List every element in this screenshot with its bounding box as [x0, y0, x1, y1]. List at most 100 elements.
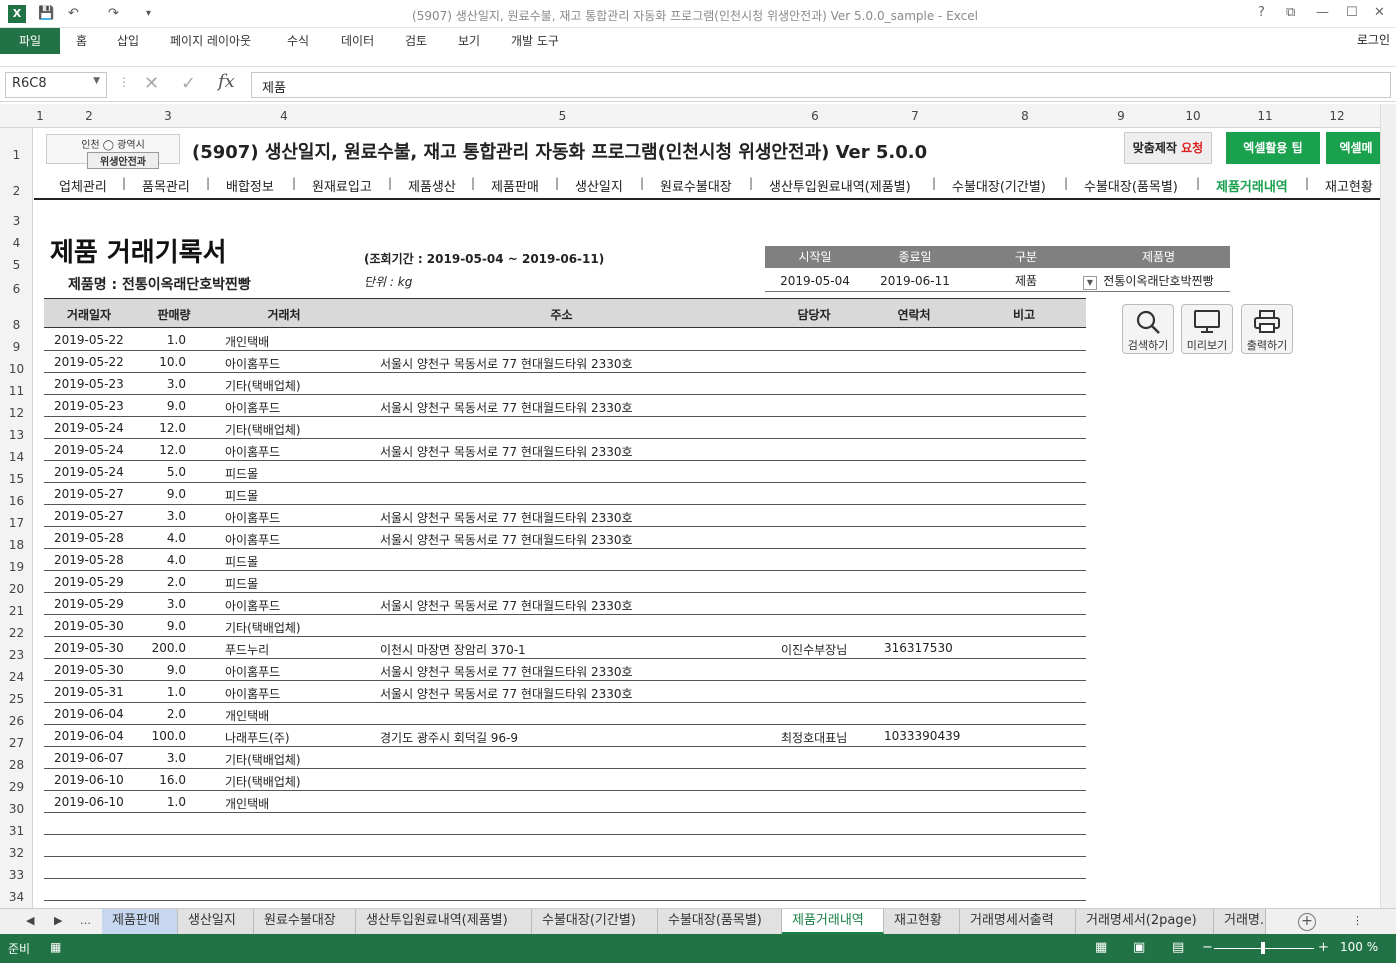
table-row[interactable]: 2019-06-10 16.0 기타(택배업체) — [44, 769, 1086, 791]
sheet-tab[interactable]: 재고현황 — [884, 909, 960, 934]
column-header[interactable]: 6 — [765, 109, 865, 123]
table-row[interactable]: 2019-06-10 1.0 개인택배 — [44, 791, 1086, 813]
table-row[interactable]: 2019-05-24 12.0 기타(택배업체) — [44, 417, 1086, 439]
menu-item[interactable]: 수불대장(기간별) — [952, 176, 1046, 195]
category-cell[interactable]: 제품 — [965, 270, 1087, 292]
row-header[interactable]: 25 — [0, 692, 33, 706]
row-header[interactable]: 31 — [0, 824, 33, 838]
start-date-cell[interactable]: 2019-05-04 — [765, 270, 865, 292]
zoom-slider-thumb[interactable] — [1261, 942, 1265, 954]
row-header[interactable]: 15 — [0, 472, 33, 486]
table-row[interactable]: 2019-05-28 4.0 아이홈푸드 서울시 양천구 목동서로 77 현대월드타워… — [44, 527, 1086, 549]
column-header[interactable]: 10 — [1157, 109, 1229, 123]
tab-data[interactable]: 데이터 — [341, 32, 374, 49]
sheet-tab[interactable]: 원료수불대장 — [254, 909, 356, 934]
name-box[interactable]: R6C8 ▼ — [5, 72, 107, 98]
column-header[interactable]: 2 — [50, 109, 128, 123]
tab-home[interactable]: 홈 — [76, 32, 87, 49]
sheet-tab[interactable]: 수불대장(품목별) — [658, 909, 782, 934]
row-header[interactable]: 17 — [0, 516, 33, 530]
table-row[interactable]: 2019-05-29 3.0 아이홈푸드 서울시 양천구 목동서로 77 현대월드타워… — [44, 593, 1086, 615]
row-header[interactable]: 32 — [0, 846, 33, 860]
vertical-scrollbar[interactable] — [1380, 104, 1396, 910]
menu-item[interactable]: 수불대장(품목별) — [1084, 176, 1178, 195]
table-row[interactable]: 2019-05-22 10.0 아이홈푸드 서울시 양천구 목동서로 77 현대월드타… — [44, 351, 1086, 373]
maximize-icon[interactable]: ☐ — [1346, 5, 1358, 20]
tab-file[interactable]: 파일 — [0, 28, 60, 54]
sheet-tab[interactable]: 거래명... — [1214, 909, 1266, 934]
row-header[interactable]: 33 — [0, 868, 33, 882]
menu-item[interactable]: 제품거래내역 — [1216, 176, 1288, 195]
minimize-icon[interactable]: — — [1316, 5, 1329, 20]
row-header[interactable]: 9 — [0, 340, 33, 354]
product-name-cell[interactable]: 전통이옥래단호박찐빵 — [1087, 270, 1230, 292]
row-header[interactable]: 23 — [0, 648, 33, 662]
print-button[interactable]: 출력하기 — [1241, 304, 1293, 354]
macro-record-icon[interactable]: ▦ — [50, 940, 61, 954]
tab-developer[interactable]: 개발 도구 — [511, 32, 559, 49]
column-header[interactable]: 1 — [34, 109, 46, 123]
row-header[interactable]: 12 — [0, 406, 33, 420]
more-tabs-icon[interactable]: … — [80, 914, 91, 927]
column-header[interactable]: 3 — [128, 109, 208, 123]
row-header[interactable]: 8 — [0, 318, 33, 332]
menu-item[interactable]: 품목관리 — [142, 176, 190, 195]
table-row[interactable]: 2019-05-23 3.0 기타(택배업체) — [44, 373, 1086, 395]
tab-view[interactable]: 보기 — [458, 32, 480, 49]
menu-item[interactable]: 제품판매 — [491, 176, 539, 195]
table-row[interactable]: 2019-05-24 12.0 아이홈푸드 서울시 양천구 목동서로 77 현대월드타… — [44, 439, 1086, 461]
sheet-tab[interactable]: 생산일지 — [178, 909, 254, 934]
tab-page-layout[interactable]: 페이지 레이아웃 — [170, 32, 251, 49]
table-row[interactable]: 2019-06-04 2.0 개인택배 — [44, 703, 1086, 725]
table-row[interactable] — [44, 879, 1086, 901]
menu-item[interactable]: 배합정보 — [226, 176, 274, 195]
zoom-in-icon[interactable]: + — [1318, 940, 1329, 955]
row-header[interactable]: 22 — [0, 626, 33, 640]
row-header[interactable]: 24 — [0, 670, 33, 684]
row-header[interactable]: 16 — [0, 494, 33, 508]
table-row[interactable] — [44, 835, 1086, 857]
column-header[interactable]: 5 — [360, 109, 765, 123]
table-row[interactable]: 2019-05-30 9.0 기타(택배업체) — [44, 615, 1086, 637]
column-header[interactable]: 7 — [865, 109, 965, 123]
cancel-icon[interactable]: ✕ — [144, 73, 159, 94]
extra-menu-button[interactable]: 엑셀메 — [1326, 132, 1380, 164]
table-row[interactable]: 2019-05-29 2.0 피드몰 — [44, 571, 1086, 593]
tab-review[interactable]: 검토 — [405, 32, 427, 49]
row-header[interactable]: 1 — [0, 148, 33, 162]
search-button[interactable]: 검색하기 — [1122, 304, 1174, 354]
tab-insert[interactable]: 삽입 — [117, 32, 139, 49]
table-row[interactable]: 2019-05-30 9.0 아이홈푸드 서울시 양천구 목동서로 77 현대월드타워… — [44, 659, 1086, 681]
row-header[interactable]: 29 — [0, 780, 33, 794]
login-link[interactable]: 로그인 — [1357, 31, 1390, 48]
table-row[interactable]: 2019-05-30 200.0 푸드누리 이천시 마장면 장암리 370-1 이진수부… — [44, 637, 1086, 659]
undo-icon[interactable]: ↶ — [68, 6, 79, 21]
chevron-down-icon[interactable]: ▼ — [1083, 276, 1097, 290]
end-date-cell[interactable]: 2019-06-11 — [865, 270, 965, 292]
table-row[interactable]: 2019-05-23 9.0 아이홈푸드 서울시 양천구 목동서로 77 현대월드타워… — [44, 395, 1086, 417]
table-row[interactable] — [44, 813, 1086, 835]
ribbon-display-icon[interactable]: ⧉ — [1286, 5, 1295, 20]
tips-button[interactable]: 엑셀활용 팁 — [1226, 132, 1320, 164]
sheet-tab[interactable]: 수불대장(기간별) — [532, 909, 658, 934]
column-header[interactable]: 11 — [1229, 109, 1301, 123]
row-header[interactable]: 11 — [0, 384, 33, 398]
menu-item[interactable]: 생산투입원료내역(제품별) — [769, 176, 911, 195]
table-row[interactable]: 2019-05-22 1.0 개인택배 — [44, 329, 1086, 351]
table-row[interactable]: 2019-05-28 4.0 피드몰 — [44, 549, 1086, 571]
redo-icon[interactable]: ↷ — [108, 6, 119, 21]
menu-item[interactable]: 재고현황 — [1325, 176, 1373, 195]
request-button[interactable]: 맞춤제작 요청 — [1124, 132, 1212, 164]
table-row[interactable]: 2019-05-24 5.0 피드몰 — [44, 461, 1086, 483]
tab-formulas[interactable]: 수식 — [287, 32, 309, 49]
sheet-tab[interactable]: 거래명세서출력 — [960, 909, 1076, 934]
column-header[interactable]: 8 — [965, 109, 1085, 123]
split-handle-icon[interactable]: ⋮ — [1352, 914, 1363, 927]
table-row[interactable]: 2019-05-31 1.0 아이홈푸드 서울시 양천구 목동서로 77 현대월드타워… — [44, 681, 1086, 703]
sheet-tab[interactable]: 거래명세서(2page) — [1076, 909, 1214, 934]
table-row[interactable]: 2019-05-27 3.0 아이홈푸드 서울시 양천구 목동서로 77 현대월드타워… — [44, 505, 1086, 527]
close-icon[interactable]: ✕ — [1374, 5, 1385, 20]
row-header[interactable]: 10 — [0, 362, 33, 376]
row-header[interactable]: 14 — [0, 450, 33, 464]
insert-function-icon[interactable]: fx — [218, 71, 235, 92]
